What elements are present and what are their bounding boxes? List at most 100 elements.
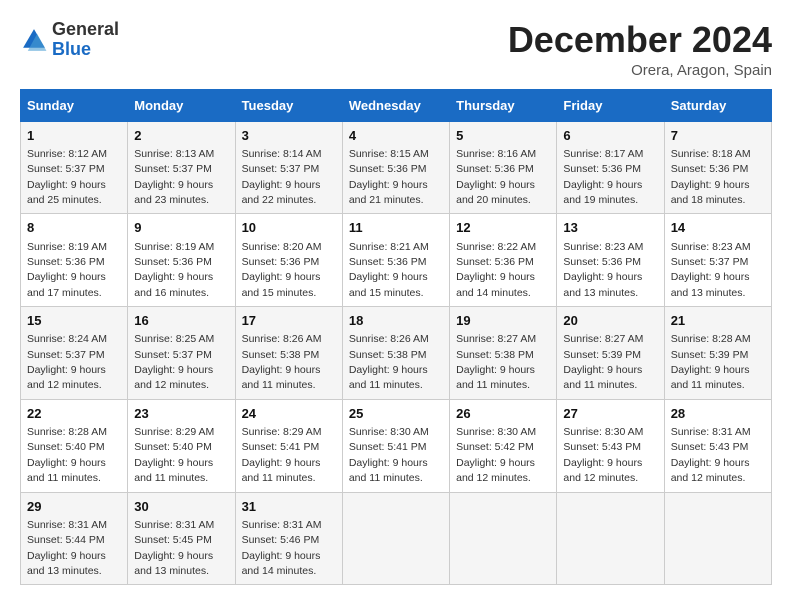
day-number: 1: [27, 127, 121, 145]
calendar-week-2: 15 Sunrise: 8:24 AMSunset: 5:37 PMDayligh…: [21, 307, 772, 400]
header-saturday: Saturday: [664, 89, 771, 121]
day-number: 30: [134, 498, 228, 516]
calendar-week-0: 1 Sunrise: 8:12 AMSunset: 5:37 PMDaylight…: [21, 121, 772, 214]
calendar-cell: [342, 492, 449, 585]
logo: General Blue: [20, 20, 119, 60]
day-number: 15: [27, 312, 121, 330]
day-info: Sunrise: 8:27 AMSunset: 5:39 PMDaylight:…: [563, 333, 643, 391]
calendar-cell: 25 Sunrise: 8:30 AMSunset: 5:41 PMDayligh…: [342, 399, 449, 492]
day-number: 21: [671, 312, 765, 330]
day-number: 3: [242, 127, 336, 145]
logo-blue: Blue: [52, 40, 119, 60]
calendar-cell: 16 Sunrise: 8:25 AMSunset: 5:37 PMDayligh…: [128, 307, 235, 400]
location: Orera, Aragon, Spain: [508, 62, 772, 79]
day-info: Sunrise: 8:13 AMSunset: 5:37 PMDaylight:…: [134, 148, 214, 206]
day-info: Sunrise: 8:26 AMSunset: 5:38 PMDaylight:…: [349, 333, 429, 391]
day-number: 22: [27, 405, 121, 423]
month-title: December 2024: [508, 20, 772, 60]
day-number: 10: [242, 219, 336, 237]
day-info: Sunrise: 8:28 AMSunset: 5:39 PMDaylight:…: [671, 333, 751, 391]
calendar-week-3: 22Sunrise: 8:28 AMSunset: 5:40 PMDayligh…: [21, 399, 772, 492]
calendar-cell: 9Sunrise: 8:19 AMSunset: 5:36 PMDaylight…: [128, 214, 235, 307]
day-number: 6: [563, 127, 657, 145]
header-thursday: Thursday: [450, 89, 557, 121]
day-number: 14: [671, 219, 765, 237]
calendar-cell: 13 Sunrise: 8:23 AMSunset: 5:36 PMDayligh…: [557, 214, 664, 307]
day-info: Sunrise: 8:19 AMSunset: 5:36 PMDaylight:…: [27, 241, 107, 299]
header-friday: Friday: [557, 89, 664, 121]
header-sunday: Sunday: [21, 89, 128, 121]
day-number: 13: [563, 219, 657, 237]
day-info: Sunrise: 8:30 AMSunset: 5:41 PMDaylight:…: [349, 426, 429, 484]
day-number: 18: [349, 312, 443, 330]
calendar-cell: 12 Sunrise: 8:22 AMSunset: 5:36 PMDayligh…: [450, 214, 557, 307]
day-number: 20: [563, 312, 657, 330]
calendar-cell: 8 Sunrise: 8:19 AMSunset: 5:36 PMDaylight…: [21, 214, 128, 307]
header-wednesday: Wednesday: [342, 89, 449, 121]
calendar-week-4: 29Sunrise: 8:31 AMSunset: 5:44 PMDayligh…: [21, 492, 772, 585]
calendar-cell: 31Sunrise: 8:31 AMSunset: 5:46 PMDayligh…: [235, 492, 342, 585]
calendar-cell: 20 Sunrise: 8:27 AMSunset: 5:39 PMDayligh…: [557, 307, 664, 400]
day-info: Sunrise: 8:26 AMSunset: 5:38 PMDaylight:…: [242, 333, 322, 391]
calendar-cell: 3Sunrise: 8:14 AMSunset: 5:37 PMDaylight…: [235, 121, 342, 214]
calendar-cell: [557, 492, 664, 585]
day-info: Sunrise: 8:15 AMSunset: 5:36 PMDaylight:…: [349, 148, 429, 206]
day-number: 16: [134, 312, 228, 330]
day-number: 28: [671, 405, 765, 423]
calendar-table: SundayMondayTuesdayWednesdayThursdayFrid…: [20, 89, 772, 586]
calendar-cell: 28 Sunrise: 8:31 AMSunset: 5:43 PMDayligh…: [664, 399, 771, 492]
day-info: Sunrise: 8:31 AMSunset: 5:44 PMDaylight:…: [27, 519, 107, 577]
calendar-cell: [664, 492, 771, 585]
day-info: Sunrise: 8:23 AMSunset: 5:37 PMDaylight:…: [671, 241, 751, 299]
calendar-cell: 30 Sunrise: 8:31 AMSunset: 5:45 PMDayligh…: [128, 492, 235, 585]
day-info: Sunrise: 8:25 AMSunset: 5:37 PMDaylight:…: [134, 333, 214, 391]
calendar-cell: 18 Sunrise: 8:26 AMSunset: 5:38 PMDayligh…: [342, 307, 449, 400]
day-info: Sunrise: 8:27 AMSunset: 5:38 PMDaylight:…: [456, 333, 536, 391]
day-number: 23: [134, 405, 228, 423]
day-info: Sunrise: 8:29 AMSunset: 5:40 PMDaylight:…: [134, 426, 214, 484]
calendar-cell: 5 Sunrise: 8:16 AMSunset: 5:36 PMDaylight…: [450, 121, 557, 214]
day-number: 5: [456, 127, 550, 145]
day-number: 24: [242, 405, 336, 423]
calendar-cell: 4 Sunrise: 8:15 AMSunset: 5:36 PMDaylight…: [342, 121, 449, 214]
calendar-cell: 10 Sunrise: 8:20 AMSunset: 5:36 PMDayligh…: [235, 214, 342, 307]
day-info: Sunrise: 8:17 AMSunset: 5:36 PMDaylight:…: [563, 148, 643, 206]
day-info: Sunrise: 8:30 AMSunset: 5:43 PMDaylight:…: [563, 426, 643, 484]
day-info: Sunrise: 8:23 AMSunset: 5:36 PMDaylight:…: [563, 241, 643, 299]
day-info: Sunrise: 8:18 AMSunset: 5:36 PMDaylight:…: [671, 148, 751, 206]
page-header: General Blue December 2024 Orera, Aragon…: [20, 20, 772, 79]
day-info: Sunrise: 8:31 AMSunset: 5:43 PMDaylight:…: [671, 426, 751, 484]
calendar-cell: 11Sunrise: 8:21 AMSunset: 5:36 PMDayligh…: [342, 214, 449, 307]
day-number: 7: [671, 127, 765, 145]
day-info: Sunrise: 8:31 AMSunset: 5:45 PMDaylight:…: [134, 519, 214, 577]
calendar-cell: 14 Sunrise: 8:23 AMSunset: 5:37 PMDayligh…: [664, 214, 771, 307]
calendar-cell: 6 Sunrise: 8:17 AMSunset: 5:36 PMDaylight…: [557, 121, 664, 214]
header-monday: Monday: [128, 89, 235, 121]
calendar-cell: 19 Sunrise: 8:27 AMSunset: 5:38 PMDayligh…: [450, 307, 557, 400]
day-info: Sunrise: 8:24 AMSunset: 5:37 PMDaylight:…: [27, 333, 107, 391]
day-number: 19: [456, 312, 550, 330]
day-number: 12: [456, 219, 550, 237]
calendar-cell: 29Sunrise: 8:31 AMSunset: 5:44 PMDayligh…: [21, 492, 128, 585]
day-number: 17: [242, 312, 336, 330]
calendar-cell: 17 Sunrise: 8:26 AMSunset: 5:38 PMDayligh…: [235, 307, 342, 400]
day-info: Sunrise: 8:12 AMSunset: 5:37 PMDaylight:…: [27, 148, 107, 206]
day-number: 25: [349, 405, 443, 423]
logo-text: General Blue: [52, 20, 119, 60]
calendar-cell: 1 Sunrise: 8:12 AMSunset: 5:37 PMDaylight…: [21, 121, 128, 214]
day-info: Sunrise: 8:16 AMSunset: 5:36 PMDaylight:…: [456, 148, 536, 206]
day-info: Sunrise: 8:20 AMSunset: 5:36 PMDaylight:…: [242, 241, 322, 299]
calendar-cell: 26Sunrise: 8:30 AMSunset: 5:42 PMDayligh…: [450, 399, 557, 492]
day-number: 8: [27, 219, 121, 237]
day-number: 2: [134, 127, 228, 145]
day-number: 27: [563, 405, 657, 423]
day-info: Sunrise: 8:22 AMSunset: 5:36 PMDaylight:…: [456, 241, 536, 299]
title-area: December 2024 Orera, Aragon, Spain: [508, 20, 772, 79]
day-info: Sunrise: 8:21 AMSunset: 5:36 PMDaylight:…: [349, 241, 429, 299]
day-number: 4: [349, 127, 443, 145]
day-number: 31: [242, 498, 336, 516]
day-number: 26: [456, 405, 550, 423]
calendar-cell: 21 Sunrise: 8:28 AMSunset: 5:39 PMDayligh…: [664, 307, 771, 400]
calendar-cell: 24Sunrise: 8:29 AMSunset: 5:41 PMDayligh…: [235, 399, 342, 492]
day-info: Sunrise: 8:19 AMSunset: 5:36 PMDaylight:…: [134, 241, 214, 299]
